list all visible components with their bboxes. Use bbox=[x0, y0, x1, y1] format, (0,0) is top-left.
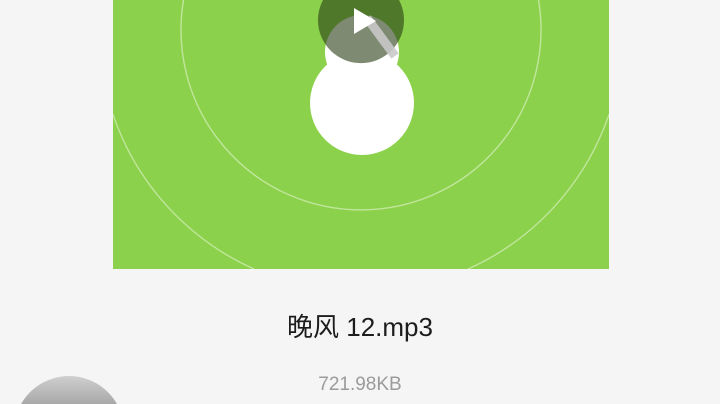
avatar[interactable] bbox=[0, 376, 130, 404]
avatar-circle[interactable] bbox=[21, 376, 117, 404]
music-note-head bbox=[310, 51, 414, 155]
file-name: 晚风 12.mp3 bbox=[287, 312, 433, 342]
album-cover bbox=[113, 0, 609, 269]
music-file-preview: 晚风 12.mp3 721.98KB bbox=[0, 0, 720, 404]
